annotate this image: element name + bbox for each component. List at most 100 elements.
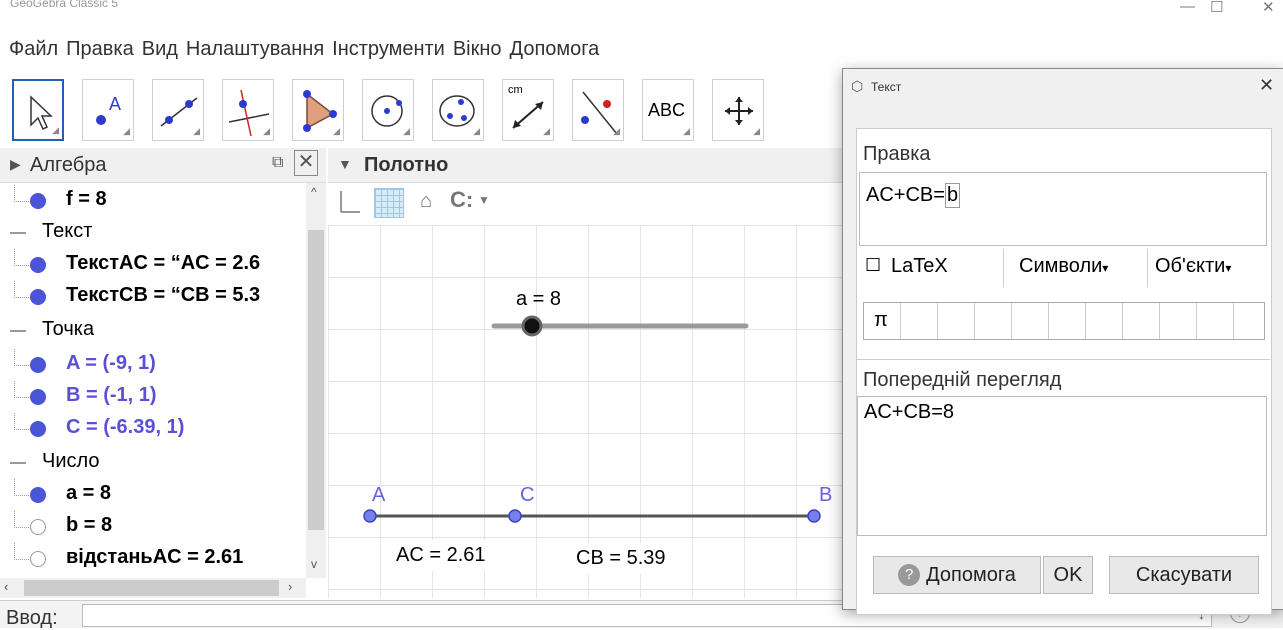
objects-dropdown[interactable]: Об'єкти▾ [1155,255,1231,278]
geogebra-logo-icon: ⬡ [851,78,864,94]
collapse-minus-icon[interactable] [10,330,26,332]
edit-text[interactable]: AC+CB= b [866,183,961,208]
menu-view[interactable]: Вид [141,38,179,68]
palette-cell[interactable] [1234,303,1271,339]
point-tool-button[interactable]: A ◢ [82,79,134,141]
visibility-dot-icon[interactable] [30,357,46,373]
palette-cell[interactable] [1160,303,1197,339]
grid-toggle-icon[interactable] [374,188,404,218]
text-ac[interactable]: AC = 2.61 [388,540,494,571]
algebra-category[interactable]: Текст [0,217,306,249]
algebra-header: ▶ Алгебра ⧉ ✕ [0,148,326,183]
move-graphics-tool-button[interactable]: ◢ [712,79,764,141]
algebra-item[interactable]: відстаньAC = 2.61 [0,543,306,575]
help-button[interactable]: ? Допомога [873,556,1041,594]
palette-cell[interactable] [975,303,1012,339]
dialog-title: Текст [871,80,902,94]
palette-cell[interactable] [1012,303,1049,339]
visibility-dot-icon[interactable] [30,257,46,273]
palette-cell[interactable] [1086,303,1123,339]
algebra-category[interactable]: Число [0,447,306,479]
conic-tool-button[interactable]: ◢ [432,79,484,141]
title-bar: GeoGebra Classic 5 — ☐ ✕ [0,0,1283,34]
home-icon[interactable]: ⌂ [420,190,432,213]
scroll-right-icon[interactable]: › [288,579,292,594]
app-title: GeoGebra Classic 5 [10,0,119,10]
latex-checkbox[interactable]: ☐ [865,255,881,276]
undock-icon[interactable]: ⧉ [272,154,283,172]
polygon-tool-button[interactable]: ◢ [292,79,344,141]
scroll-down-icon[interactable]: v [311,557,317,571]
collapse-down-icon[interactable]: ▼ [338,156,352,172]
text-edit-box[interactable]: AC+CB= b [859,172,1267,246]
visibility-dot-icon[interactable] [30,551,46,567]
point-capture-icon[interactable]: C: [450,187,473,213]
menu-tools[interactable]: Інструменти [331,38,446,68]
collapse-minus-icon[interactable] [10,462,26,464]
measure-tool-button[interactable]: cm ◢ [502,79,554,141]
axes-toggle-icon[interactable] [338,189,362,215]
symbols-dropdown[interactable]: Символи▾ [1019,255,1108,278]
text-cb[interactable]: CB = 5.39 [568,543,674,574]
algebra-item[interactable]: A = (-9, 1) [0,349,306,381]
scroll-up-icon[interactable]: ^ [311,185,317,199]
palette-cell[interactable] [938,303,975,339]
menu-help[interactable]: Допомога [509,38,601,68]
palette-cell[interactable] [901,303,938,339]
point-b[interactable] [807,509,821,523]
point-b-label: B [819,484,833,506]
palette-cell[interactable] [1197,303,1234,339]
maximize-button[interactable]: ☐ [1210,0,1223,16]
close-panel-icon[interactable]: ✕ [294,150,318,176]
visibility-dot-icon[interactable] [30,487,46,503]
svg-text:A: A [109,94,121,114]
palette-cell[interactable] [1049,303,1086,339]
algebra-item[interactable]: B = (-1, 1) [0,381,306,413]
point-c[interactable] [508,509,522,523]
symbol-palette: π [863,302,1265,340]
visibility-dot-icon[interactable] [30,519,46,535]
scroll-left-icon[interactable]: ‹ [4,579,8,594]
edit-label: Правка [863,143,931,165]
cancel-button[interactable]: Скасувати [1109,556,1259,594]
line-tool-button[interactable]: ◢ [152,79,204,141]
menu-window[interactable]: Вікно [452,38,503,68]
reflect-tool-button[interactable]: ◢ [572,79,624,141]
collapse-minus-icon[interactable] [10,232,26,234]
algebra-hscroll-thumb[interactable] [24,580,279,596]
menu-edit[interactable]: Правка [65,38,135,68]
menu-file[interactable]: Файл [8,38,59,68]
algebra-item[interactable]: C = (-6.39, 1) [0,413,306,445]
visibility-dot-icon[interactable] [30,289,46,305]
point-a[interactable] [363,509,377,523]
circle-tool-button[interactable]: ◢ [362,79,414,141]
ok-button[interactable]: OK [1043,556,1093,594]
menu-settings[interactable]: Налаштування [185,38,325,68]
visibility-dot-icon[interactable] [30,389,46,405]
preview-box: AC+CB=8 [857,396,1267,536]
minimize-button[interactable]: — [1180,0,1195,15]
slider-handle[interactable] [521,315,543,337]
pi-symbol-button[interactable]: π [874,309,888,332]
algebra-item[interactable]: f = 8 [0,185,306,217]
algebra-scroll-thumb[interactable] [308,230,324,530]
visibility-dot-icon[interactable] [30,193,46,209]
visibility-dot-icon[interactable] [30,421,46,437]
dialog-close-button[interactable]: ✕ [1259,75,1274,96]
text-tool-button[interactable]: ABC ◢ [642,79,694,141]
text-tool-label: ABC [648,100,686,120]
algebra-category[interactable]: Точка [0,315,306,347]
preview-label: Попередній перегляд [863,369,1062,391]
point-a-label: A [372,484,386,506]
algebra-item[interactable]: a = 8 [0,479,306,511]
move-tool-button[interactable]: ◢ [12,79,64,141]
algebra-item[interactable]: b = 8 [0,511,306,543]
point-capture-dropdown-icon[interactable]: ▼ [478,193,490,207]
algebra-item[interactable]: ТекстAC = “AC = 2.6 [0,249,306,281]
palette-cell[interactable] [1123,303,1160,339]
collapse-arrow-icon[interactable]: ▶ [10,156,21,173]
close-button[interactable]: ✕ [1262,0,1275,16]
algebra-item[interactable]: ТекстCB = “CB = 5.3 [0,281,306,313]
embedded-object-b[interactable]: b [944,183,961,208]
perpendicular-line-tool-button[interactable]: ◢ [222,79,274,141]
